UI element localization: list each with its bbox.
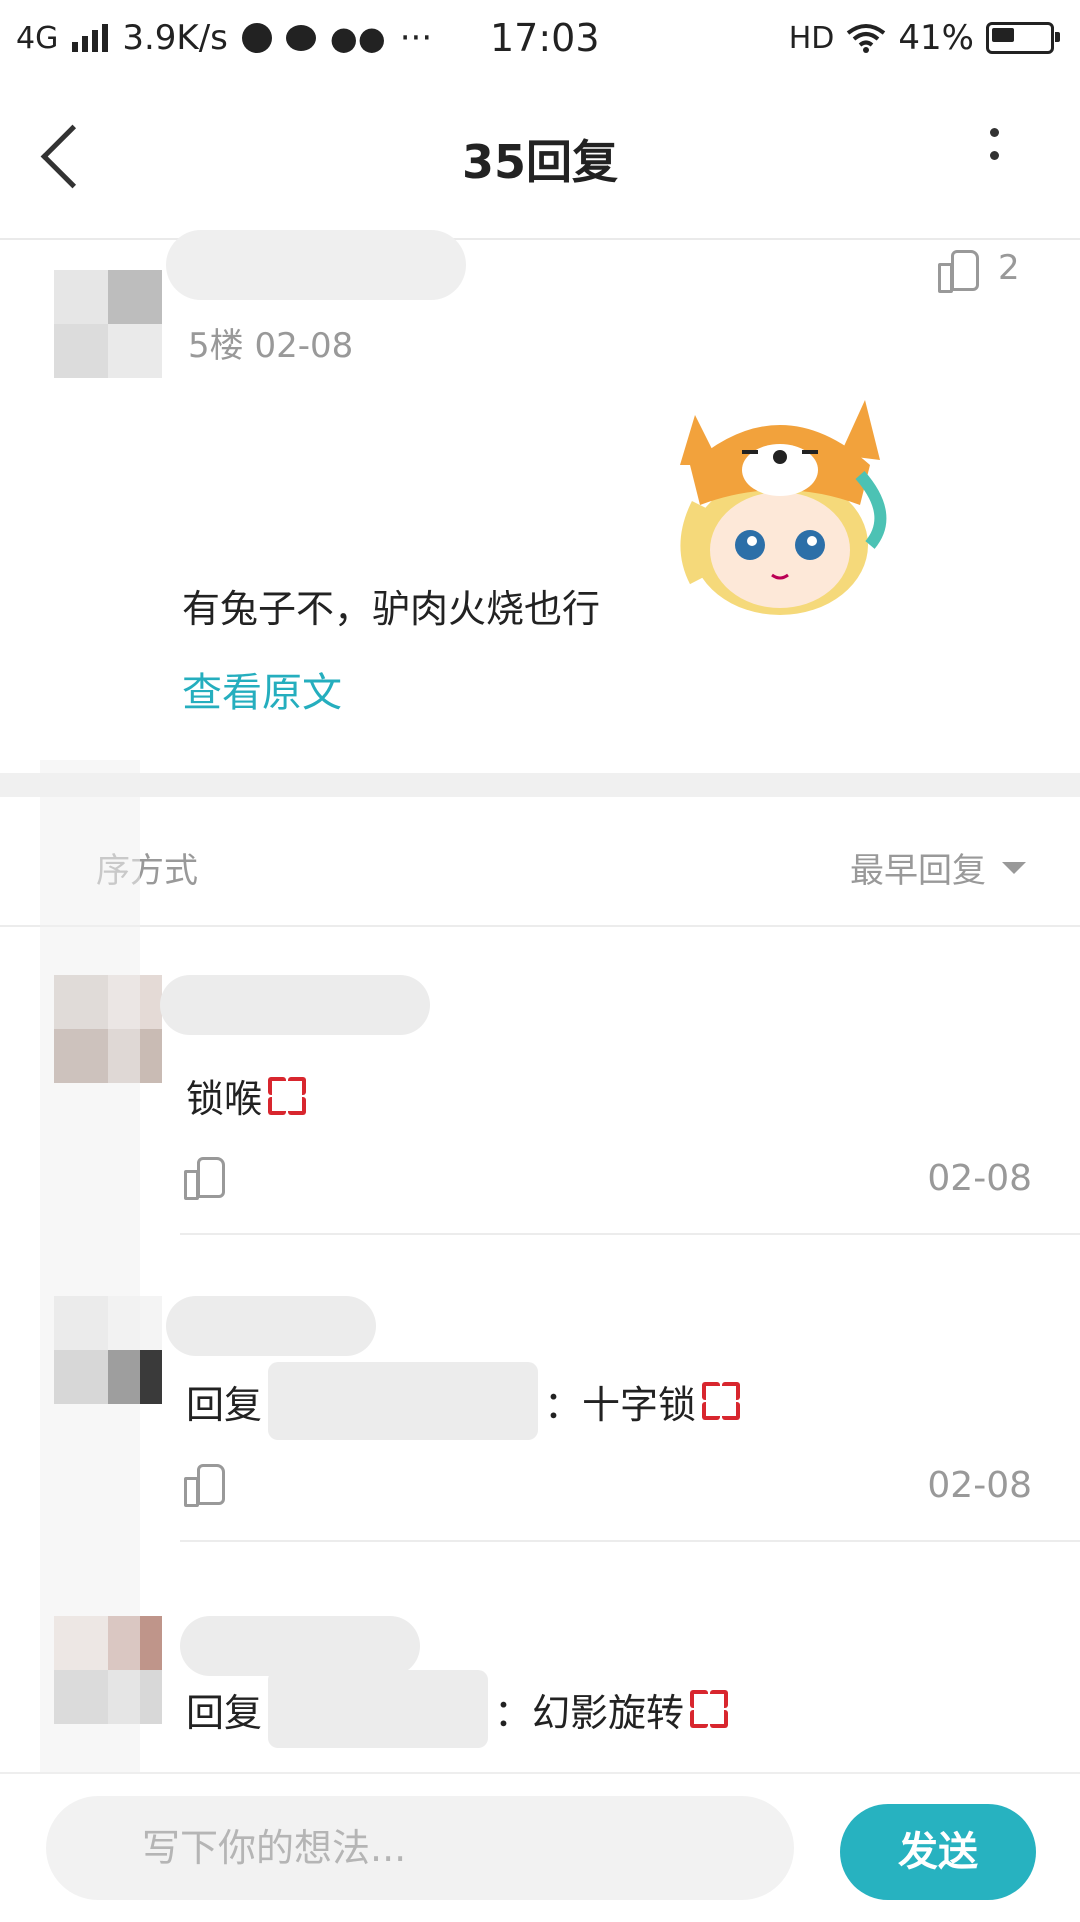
post-like-button[interactable]: 2	[938, 248, 1020, 293]
reply-like-button[interactable]	[184, 1462, 225, 1507]
anger-emoji-icon	[702, 1382, 741, 1420]
reply-date: 02-08	[927, 1158, 1032, 1199]
message-icon	[285, 25, 316, 51]
thumbs-up-icon	[184, 1155, 225, 1200]
reply-like-button[interactable]	[184, 1155, 225, 1200]
sort-bar: 序方式 最早回复	[0, 797, 1080, 927]
more-options-button[interactable]	[990, 128, 1004, 174]
reply-author-name-redacted	[160, 975, 430, 1035]
post-author-name-redacted	[166, 230, 466, 300]
reply-author-name-redacted	[166, 1296, 376, 1356]
reply-text-content: 锁喉	[186, 1077, 263, 1121]
privacy-redaction-overlay	[40, 760, 140, 1910]
status-right: HD 41%	[788, 18, 1060, 58]
reply-date: 02-08	[927, 1465, 1032, 1506]
anger-emoji-icon	[690, 1690, 729, 1728]
reply-prefix: 回复	[186, 1690, 263, 1735]
comment-input[interactable]: 写下你的想法...	[46, 1796, 794, 1900]
nav-bar: 35回复	[0, 78, 1080, 240]
reply-target-redacted	[268, 1362, 539, 1440]
reply-suffix: ：十字锁	[544, 1382, 697, 1427]
status-bar: 4G 3.9K/s ●● ··· 17:03 HD 41%	[0, 0, 1080, 78]
thumbs-up-icon	[184, 1462, 225, 1507]
network-speed: 3.9K/s	[122, 18, 228, 58]
hd-label: HD	[788, 20, 835, 56]
section-divider	[0, 773, 1080, 797]
reply-suffix: ：幻影旋转	[494, 1690, 685, 1735]
reply-separator	[180, 1540, 1080, 1542]
wechat-icon: ●●	[329, 19, 386, 57]
reply-prefix: 回复	[186, 1382, 263, 1427]
post-text: 有兔子不，驴肉火烧也行	[182, 587, 601, 631]
anger-emoji-icon	[268, 1076, 307, 1115]
browser-icon	[241, 23, 272, 53]
sticker-image	[680, 400, 887, 615]
page-title: 35回复	[461, 135, 618, 189]
sort-value: 最早回复	[850, 851, 986, 891]
send-button[interactable]: 发送	[840, 1804, 1036, 1900]
status-left: 4G 3.9K/s ●● ···	[16, 18, 432, 58]
reply-text: 锁喉	[186, 1068, 307, 1123]
comment-composer: 写下你的想法... 发送	[0, 1772, 1080, 1922]
battery-percent: 41%	[898, 18, 974, 58]
post-author-avatar[interactable]	[54, 270, 162, 378]
post-floor-date: 5楼 02-08	[188, 326, 354, 366]
view-original-link[interactable]: 查看原文	[182, 660, 342, 718]
reply-text: 回复 ：十字锁	[186, 1362, 741, 1440]
post-like-count: 2	[998, 248, 1020, 288]
reply-separator	[180, 1233, 1080, 1235]
more-notifications: ···	[399, 18, 433, 58]
signal-icon	[72, 24, 109, 52]
status-time: 17:03	[490, 16, 600, 60]
reply-target-redacted	[268, 1670, 489, 1748]
reply-author-name-redacted	[180, 1616, 420, 1676]
thumbs-up-icon	[938, 248, 979, 293]
more-vertical-icon	[990, 128, 999, 137]
reply-text: 回复 ：幻影旋转	[186, 1670, 729, 1748]
battery-icon	[986, 22, 1060, 54]
dropdown-arrow-icon	[1002, 861, 1026, 874]
sort-dropdown[interactable]: 最早回复	[850, 843, 1026, 892]
network-type: 4G	[16, 20, 59, 56]
wifi-icon	[847, 24, 886, 53]
